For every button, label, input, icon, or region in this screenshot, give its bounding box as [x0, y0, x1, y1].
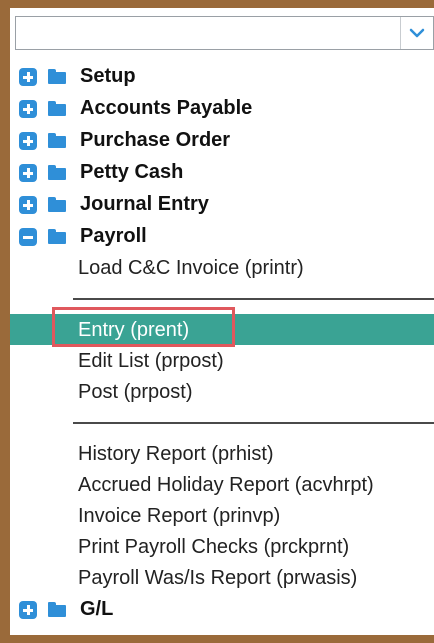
menu-item-accrued-holiday-report[interactable]: Accrued Holiday Report (acvhrpt): [10, 469, 434, 500]
tree-node-journal-entry[interactable]: Journal Entry: [10, 188, 434, 220]
expand-icon[interactable]: [19, 601, 37, 619]
tree-node-label: Petty Cash: [80, 161, 184, 183]
chevron-down-icon: [409, 28, 425, 38]
menu-divider: [10, 283, 434, 314]
menu-item-label: Payroll Was/Is Report (prwasis): [78, 567, 358, 589]
folder-icon: [48, 69, 66, 84]
menu-select-dropdown[interactable]: [15, 16, 434, 50]
folder-icon: [48, 602, 66, 617]
tree-node-label: Setup: [80, 65, 136, 87]
menu-item-post[interactable]: Post (prpost): [10, 376, 434, 407]
menu-item-payroll-was-is-report[interactable]: Payroll Was/Is Report (prwasis): [10, 562, 434, 593]
tree-node-payroll[interactable]: Payroll: [10, 220, 434, 252]
collapse-icon[interactable]: [19, 228, 37, 246]
tree-node-label: Purchase Order: [80, 129, 231, 151]
menu-item-label: Load C&C Invoice (printr): [78, 257, 304, 279]
folder-icon: [48, 133, 66, 148]
expand-icon[interactable]: [19, 100, 37, 118]
tree-node-setup[interactable]: Setup: [10, 60, 434, 92]
navigation-tree: Setup Accounts Payable Purchase Order Pe…: [10, 60, 434, 625]
tree-node-accounts-payable[interactable]: Accounts Payable: [10, 92, 434, 124]
menu-item-edit-list[interactable]: Edit List (prpost): [10, 345, 434, 376]
tree-node-petty-cash[interactable]: Petty Cash: [10, 156, 434, 188]
menu-item-label: History Report (prhist): [78, 443, 274, 465]
dropdown-toggle-button[interactable]: [400, 17, 433, 49]
menu-item-label: Accrued Holiday Report (acvhrpt): [78, 474, 374, 496]
expand-icon[interactable]: [19, 196, 37, 214]
menu-item-print-payroll-checks[interactable]: Print Payroll Checks (prckprnt): [10, 531, 434, 562]
tree-node-label: Journal Entry: [80, 193, 209, 215]
menu-item-label: Invoice Report (prinvp): [78, 505, 281, 527]
menu-item-load-cc-invoice[interactable]: Load C&C Invoice (printr): [10, 252, 434, 283]
folder-icon: [48, 165, 66, 180]
menu-panel: Setup Accounts Payable Purchase Order Pe…: [10, 8, 434, 635]
menu-divider: [10, 407, 434, 438]
menu-item-label: Edit List (prpost): [78, 350, 224, 372]
tree-node-label: Accounts Payable: [80, 97, 253, 119]
expand-icon[interactable]: [19, 68, 37, 86]
menu-item-label: Post (prpost): [78, 381, 193, 403]
folder-icon: [48, 101, 66, 116]
menu-item-label: Entry (prent): [78, 319, 190, 341]
tree-node-purchase-order[interactable]: Purchase Order: [10, 124, 434, 156]
tree-node-label: G/L: [80, 598, 114, 620]
menu-item-entry[interactable]: Entry (prent): [10, 307, 434, 347]
menu-item-invoice-report[interactable]: Invoice Report (prinvp): [10, 500, 434, 531]
expand-icon[interactable]: [19, 132, 37, 150]
folder-icon: [48, 229, 66, 244]
tree-node-gl[interactable]: G/L: [10, 593, 434, 625]
folder-icon: [48, 197, 66, 212]
menu-item-history-report[interactable]: History Report (prhist): [10, 438, 434, 469]
menu-item-label: Print Payroll Checks (prckprnt): [78, 536, 350, 558]
expand-icon[interactable]: [19, 164, 37, 182]
tree-node-label: Payroll: [80, 225, 147, 247]
